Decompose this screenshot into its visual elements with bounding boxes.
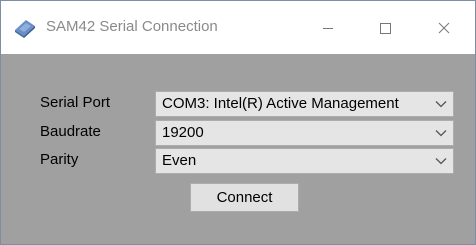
- chevron-down-icon: [435, 158, 447, 165]
- minimize-button[interactable]: [299, 1, 356, 54]
- baudrate-label: Baudrate: [40, 123, 101, 140]
- window-title: SAM42 Serial Connection: [46, 18, 218, 35]
- parity-label: Parity: [40, 151, 79, 168]
- close-button[interactable]: [415, 1, 472, 54]
- parity-select[interactable]: Even: [155, 148, 454, 174]
- maximize-button[interactable]: [356, 1, 413, 54]
- baudrate-select[interactable]: 19200: [155, 120, 454, 146]
- connect-button[interactable]: Connect: [190, 183, 299, 212]
- maximize-icon: [379, 22, 391, 34]
- minimize-icon: [322, 27, 333, 29]
- parity-value: Even: [162, 152, 197, 169]
- title-bar[interactable]: SAM42 Serial Connection: [1, 1, 475, 54]
- client-area: Serial Port COM3: Intel(R) Active Manage…: [1, 54, 475, 244]
- chevron-down-icon: [435, 101, 447, 108]
- chevron-down-icon: [435, 130, 447, 137]
- serial-port-value: COM3: Intel(R) Active Management: [162, 95, 399, 112]
- serial-port-select[interactable]: COM3: Intel(R) Active Management: [155, 91, 454, 117]
- close-icon: [438, 22, 449, 33]
- app-logo-icon: [13, 17, 37, 39]
- serial-port-label: Serial Port: [40, 94, 111, 111]
- serial-connection-window: SAM42 Serial Connection Serial Port COM3…: [0, 0, 476, 245]
- baudrate-value: 19200: [162, 124, 204, 141]
